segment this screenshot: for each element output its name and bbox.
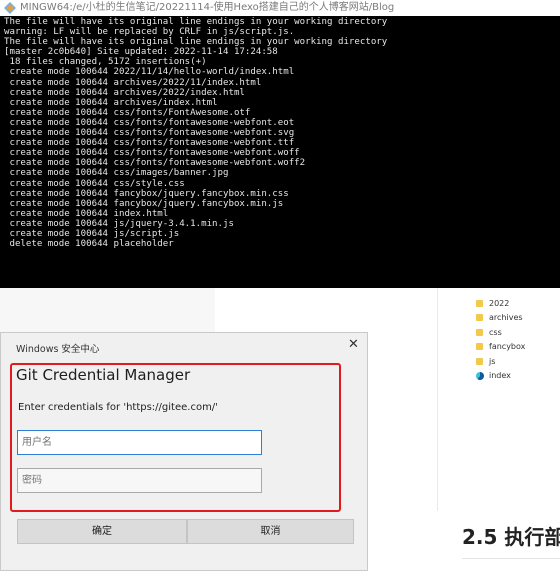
terminal-line: create mode 100644 js/jquery-3.4.1.min.j… <box>4 218 234 229</box>
file-tree: 2022 archives css fancybox js index <box>476 296 525 383</box>
file-label: index <box>489 371 511 381</box>
dialog-app-title: Git Credential Manager <box>16 366 191 384</box>
file-label: 2022 <box>489 298 510 308</box>
file-label: fancybox <box>489 342 526 352</box>
terminal-line: create mode 100644 css/fonts/FontAwesome… <box>4 107 251 118</box>
file-label: archives <box>489 313 523 323</box>
terminal-title: MINGW64:/e/小杜的生信笔记/20221114-使用Hexo搭建自己的个… <box>20 2 395 13</box>
file-item[interactable]: js <box>476 354 525 369</box>
terminal-line: create mode 100644 index.html <box>4 208 169 219</box>
terminal-line: create mode 100644 css/fonts/fontawesome… <box>4 158 306 169</box>
file-item[interactable]: index <box>476 369 525 384</box>
close-icon[interactable]: ✕ <box>348 337 359 352</box>
terminal-line: create mode 100644 archives/2022/11/inde… <box>4 77 262 88</box>
terminal-line: delete mode 100644 placeholder <box>4 239 174 250</box>
dialog-window-title: Windows 安全中心 <box>16 344 100 355</box>
terminal-line: create mode 100644 fancybox/jquery.fancy… <box>4 188 289 199</box>
git-bash-icon <box>4 2 16 14</box>
heading-rule <box>462 558 560 559</box>
folder-icon <box>476 299 483 307</box>
username-input[interactable] <box>17 430 262 455</box>
terminal-line: create mode 100644 archives/index.html <box>4 97 218 108</box>
file-item[interactable]: css <box>476 325 525 340</box>
folder-icon <box>476 314 483 322</box>
folder-icon <box>476 343 483 351</box>
terminal-line: create mode 100644 js/script.js <box>4 228 180 239</box>
edge-browser-icon <box>476 371 484 380</box>
terminal-line: create mode 100644 css/style.css <box>4 178 185 189</box>
terminal-window[interactable]: MINGW64:/e/小杜的生信笔记/20221114-使用Hexo搭建自己的个… <box>0 0 560 288</box>
file-label: js <box>489 356 496 366</box>
terminal-line: create mode 100644 fancybox/jquery.fancy… <box>4 198 284 209</box>
terminal-line: [master 2c0b640] Site updated: 2022-11-1… <box>4 47 278 58</box>
terminal-line: 18 files changed, 5172 insertions(+) <box>4 57 207 68</box>
cancel-button[interactable]: 取消 <box>187 519 354 544</box>
folder-icon <box>476 357 483 365</box>
folder-icon <box>476 328 483 336</box>
terminal-line: create mode 100644 css/images/banner.jpg <box>4 168 229 179</box>
file-label: css <box>489 327 502 337</box>
terminal-line: create mode 100644 2022/11/14/hello-worl… <box>4 67 295 78</box>
credentials-prompt: Enter credentials for 'https://gitee.com… <box>18 402 218 413</box>
file-item[interactable]: 2022 <box>476 296 525 311</box>
credential-dialog: Windows 安全中心 ✕ Git Credential Manager En… <box>0 332 368 571</box>
terminal-line: create mode 100644 css/fonts/fontawesome… <box>4 117 295 128</box>
terminal-line: The file will have its original line end… <box>4 37 388 48</box>
terminal-line: create mode 100644 archives/2022/index.h… <box>4 87 245 98</box>
file-item[interactable]: fancybox <box>476 340 525 355</box>
terminal-line: create mode 100644 css/fonts/fontawesome… <box>4 128 295 139</box>
terminal-titlebar[interactable]: MINGW64:/e/小杜的生信笔记/20221114-使用Hexo搭建自己的个… <box>0 0 560 16</box>
terminal-line: create mode 100644 css/fonts/fontawesome… <box>4 148 300 159</box>
password-input[interactable] <box>17 468 262 493</box>
terminal-output: The file will have its original line end… <box>4 17 560 288</box>
terminal-line: The file will have its original line end… <box>4 17 388 27</box>
divider <box>437 288 438 511</box>
file-item[interactable]: archives <box>476 311 525 326</box>
terminal-line: create mode 100644 css/fonts/fontawesome… <box>4 138 295 149</box>
terminal-line: warning: LF will be replaced by CRLF in … <box>4 27 295 38</box>
ok-button[interactable]: 确定 <box>17 519 187 544</box>
section-heading: 2.5 执行部 <box>462 525 560 549</box>
